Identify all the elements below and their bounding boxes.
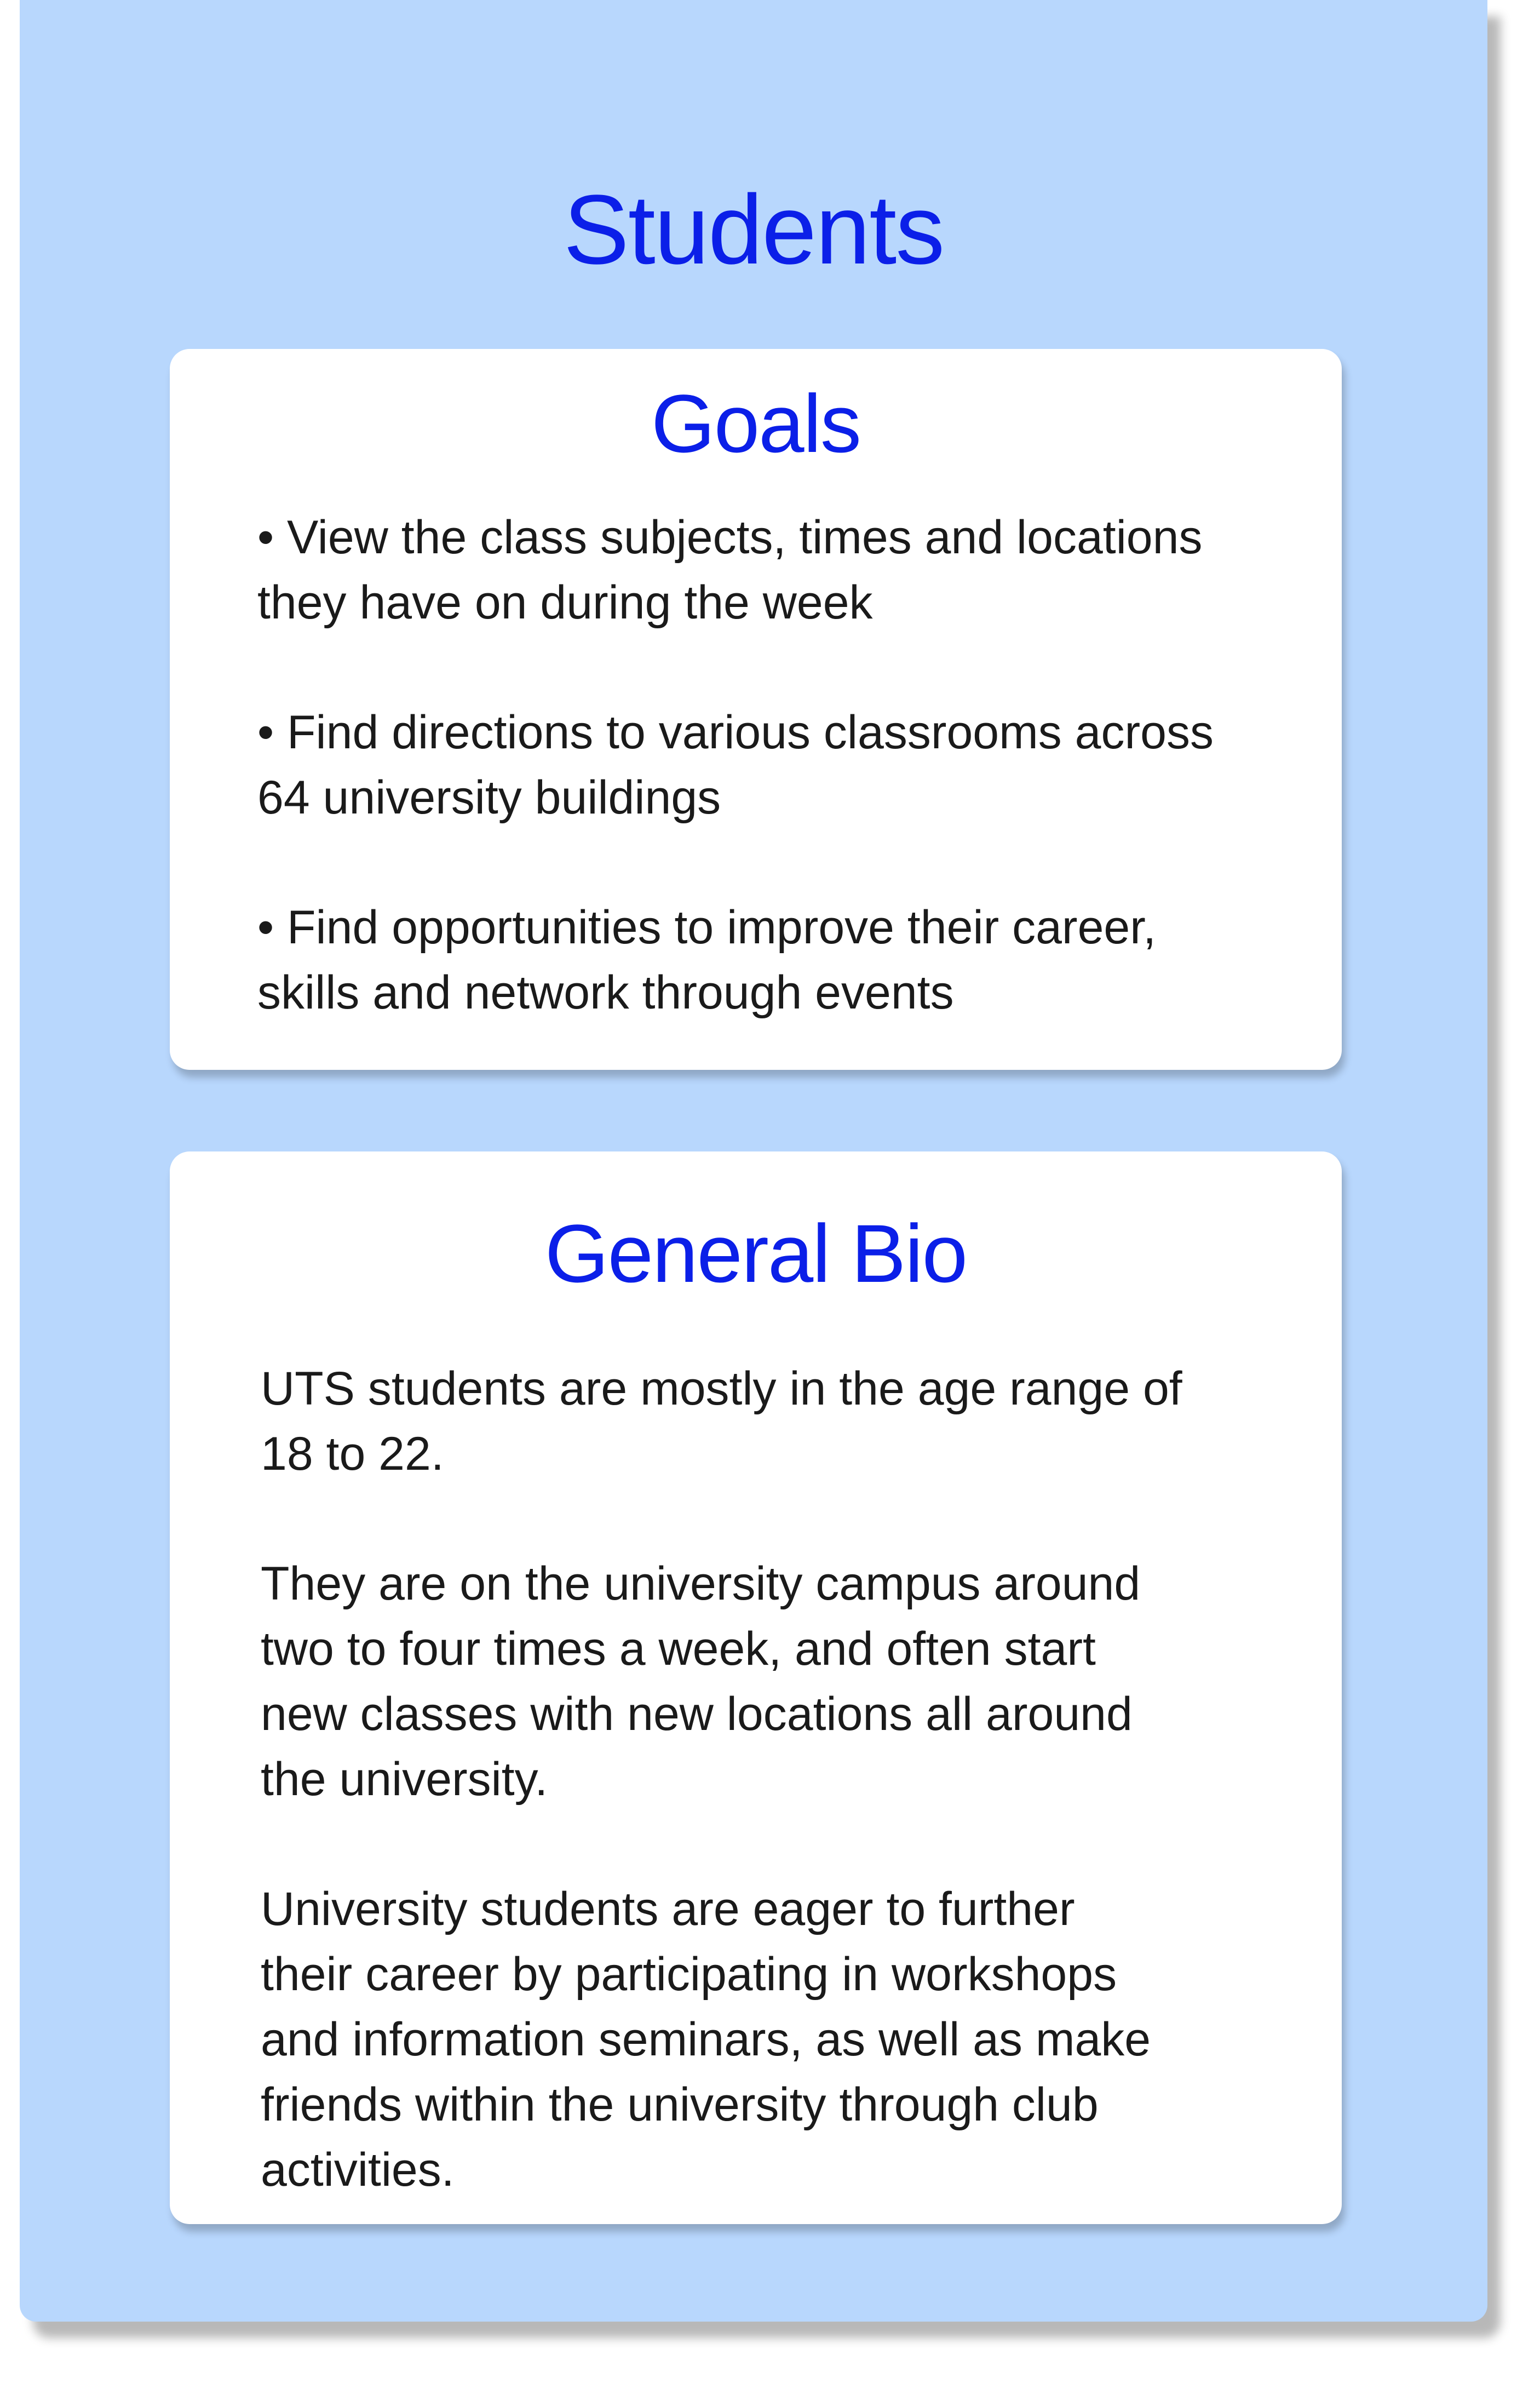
goal-item: • View the class subjects, times and loc… [257,505,1314,635]
goals-heading: Goals [651,377,861,469]
bio-line: They are on the university campus around [261,1557,1141,1610]
bio-line: UTS students are mostly in the age range… [261,1362,1182,1415]
bio-text: UTS students are mostly in the age range… [261,1356,1301,2267]
bio-line: and information seminars, as well as mak… [261,2013,1151,2066]
general-bio-card: General Bio UTS students are mostly in t… [170,1151,1342,2224]
bio-line: their career by participating in worksho… [261,1948,1117,2001]
goal-line: • Find opportunities to improve their ca… [257,901,1157,954]
bio-paragraph: University students are eager to further… [261,1877,1301,2203]
bio-line: the university. [261,1753,548,1806]
goal-line: 64 university buildings [257,771,721,824]
bio-line: activities. [261,2144,455,2196]
bio-line: University students are eager to further [261,1883,1075,1935]
goal-line: they have on during the week [257,576,873,629]
bio-line: two to four times a week, and often star… [261,1623,1096,1675]
goal-item: • Find opportunities to improve their ca… [257,895,1314,1025]
bio-line: 18 to 22. [261,1428,444,1480]
persona-panel: Students Goals • View the class subjects… [20,0,1487,2322]
bio-line: friends within the university through cl… [261,2078,1099,2131]
page-title: Students [563,175,945,285]
goals-list: • View the class subjects, times and loc… [257,505,1314,1090]
goals-card: Goals • View the class subjects, times a… [170,349,1342,1070]
goal-item: • Find directions to various classrooms … [257,700,1314,830]
bio-line: new classes with new locations all aroun… [261,1688,1133,1740]
goal-line: • Find directions to various classrooms … [257,706,1214,759]
goal-line: skills and network through events [257,966,954,1019]
general-bio-heading: General Bio [544,1207,968,1299]
bio-paragraph: UTS students are mostly in the age range… [261,1356,1301,1487]
bio-paragraph: They are on the university campus around… [261,1551,1301,1812]
goal-line: • View the class subjects, times and loc… [257,511,1203,564]
